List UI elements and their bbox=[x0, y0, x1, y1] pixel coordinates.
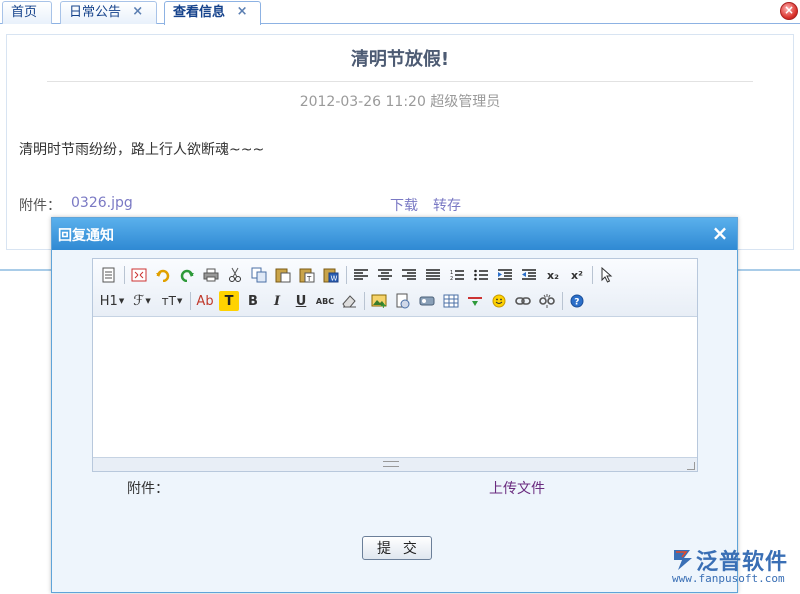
font-family-label: ℱ bbox=[133, 293, 145, 309]
paste-word-icon[interactable]: W bbox=[321, 265, 341, 285]
notice-meta: 2012-03-26 11:20 超级管理员 bbox=[299, 94, 501, 110]
logo-url: www.fanpusoft.com bbox=[672, 572, 785, 585]
font-color-button[interactable]: Ab bbox=[195, 291, 215, 311]
font-size-label: ᴛT bbox=[161, 294, 176, 308]
tab-view-info-label: 查看信息 bbox=[173, 5, 226, 20]
help-icon[interactable]: ? bbox=[567, 291, 587, 311]
svg-text:W: W bbox=[331, 275, 338, 283]
font-size-dropdown[interactable]: ᴛT ▼ bbox=[159, 291, 185, 311]
insert-flash-icon[interactable] bbox=[393, 291, 413, 311]
ordered-list-icon[interactable]: 12 bbox=[447, 265, 467, 285]
paste-icon[interactable] bbox=[273, 265, 293, 285]
font-family-dropdown[interactable]: ℱ ▼ bbox=[129, 291, 155, 311]
tab-view-info[interactable]: 查看信息 × bbox=[164, 1, 261, 25]
align-right-icon[interactable] bbox=[399, 265, 419, 285]
insert-image-icon[interactable]: + bbox=[369, 291, 389, 311]
undo-icon[interactable] bbox=[153, 265, 173, 285]
svg-text:?: ? bbox=[574, 298, 579, 308]
unordered-list-icon[interactable] bbox=[471, 265, 491, 285]
insert-media-icon[interactable] bbox=[417, 291, 437, 311]
notice-title: 清明节放假! bbox=[350, 49, 450, 70]
reply-dialog: 回复通知 × T W 1 2 x₂ x² H1 ▼ ℱ ▼ ᴛT ▼ Ab T … bbox=[51, 217, 738, 593]
tab-home[interactable]: 首页 bbox=[2, 1, 52, 24]
link-icon[interactable] bbox=[513, 291, 533, 311]
redo-icon[interactable] bbox=[177, 265, 197, 285]
submit-button[interactable]: 提 交 bbox=[362, 536, 432, 560]
download-link[interactable]: 下载 bbox=[390, 195, 418, 215]
emoticon-icon[interactable] bbox=[489, 291, 509, 311]
save-link[interactable]: 转存 bbox=[433, 195, 461, 215]
svg-text:2: 2 bbox=[450, 276, 453, 281]
paste-text-icon[interactable]: T bbox=[297, 265, 317, 285]
align-justify-icon[interactable] bbox=[423, 265, 443, 285]
tab-home-label: 首页 bbox=[11, 5, 38, 20]
title-divider bbox=[47, 81, 753, 82]
unlink-icon[interactable] bbox=[537, 291, 557, 311]
editor-toolbar: T W 12 x₂ x² H1 ▼ ℱ ▼ ᴛT ▼ Ab T B I U AB… bbox=[93, 259, 697, 317]
align-left-icon[interactable] bbox=[351, 265, 371, 285]
tab-daily-notice-label: 日常公告 bbox=[69, 5, 122, 20]
highlight-color-button[interactable]: T bbox=[219, 291, 239, 311]
cut-icon[interactable] bbox=[225, 265, 245, 285]
eraser-icon[interactable] bbox=[339, 291, 359, 311]
page-break-icon[interactable] bbox=[465, 291, 485, 311]
notice-body: 清明时节雨纷纷，路上行人欲断魂~~~ bbox=[19, 142, 265, 158]
bold-button[interactable]: B bbox=[243, 291, 263, 311]
attachment-file-link[interactable]: 0326.jpg bbox=[71, 195, 133, 211]
subscript-icon[interactable]: x₂ bbox=[543, 265, 563, 285]
chevron-down-icon: ▼ bbox=[176, 297, 183, 305]
resize-grip-icon bbox=[383, 461, 399, 467]
strikethrough-button[interactable]: ABC bbox=[315, 291, 335, 311]
italic-button[interactable]: I bbox=[267, 291, 287, 311]
source-icon[interactable] bbox=[99, 265, 119, 285]
cursor-icon[interactable] bbox=[597, 265, 617, 285]
logo-mark-icon bbox=[674, 550, 692, 570]
tab-daily-notice[interactable]: 日常公告 × bbox=[60, 1, 157, 24]
underline-button[interactable]: U bbox=[291, 291, 311, 311]
close-icon[interactable]: × bbox=[131, 5, 144, 19]
print-icon[interactable] bbox=[201, 265, 221, 285]
align-center-icon[interactable] bbox=[375, 265, 395, 285]
heading-dropdown[interactable]: H1 ▼ bbox=[99, 291, 125, 311]
upload-file-link[interactable]: 上传文件 bbox=[489, 478, 545, 498]
dialog-title: 回复通知 bbox=[58, 228, 114, 244]
svg-text:T: T bbox=[306, 275, 312, 283]
brand-logo: 泛普软件 www.fanpusoft.com bbox=[670, 544, 795, 588]
rich-text-editor: T W 12 x₂ x² H1 ▼ ℱ ▼ ᴛT ▼ Ab T B I U AB… bbox=[92, 258, 698, 472]
reply-attachment-label: 附件： bbox=[127, 481, 169, 497]
editor-content-area[interactable] bbox=[93, 317, 697, 457]
chevron-down-icon: ▼ bbox=[145, 297, 151, 305]
window-close-icon[interactable]: × bbox=[780, 2, 798, 20]
tab-bar: 首页 日常公告 × 查看信息 × × bbox=[0, 0, 800, 25]
close-icon[interactable]: × bbox=[236, 5, 249, 19]
insert-table-icon[interactable] bbox=[441, 291, 461, 311]
editor-resize-bar[interactable] bbox=[93, 457, 697, 471]
fullscreen-icon[interactable] bbox=[129, 265, 149, 285]
indent-icon[interactable] bbox=[495, 265, 515, 285]
dialog-header[interactable]: 回复通知 × bbox=[52, 218, 737, 250]
svg-text:+: + bbox=[380, 301, 387, 308]
dialog-close-icon[interactable]: × bbox=[711, 223, 729, 243]
attachment-label: 附件： bbox=[19, 198, 61, 214]
superscript-icon[interactable]: x² bbox=[567, 265, 587, 285]
heading-label: H1 bbox=[99, 293, 118, 309]
outdent-icon[interactable] bbox=[519, 265, 539, 285]
corner-resize-icon[interactable] bbox=[687, 462, 695, 470]
chevron-down-icon: ▼ bbox=[118, 297, 125, 305]
copy-icon[interactable] bbox=[249, 265, 269, 285]
